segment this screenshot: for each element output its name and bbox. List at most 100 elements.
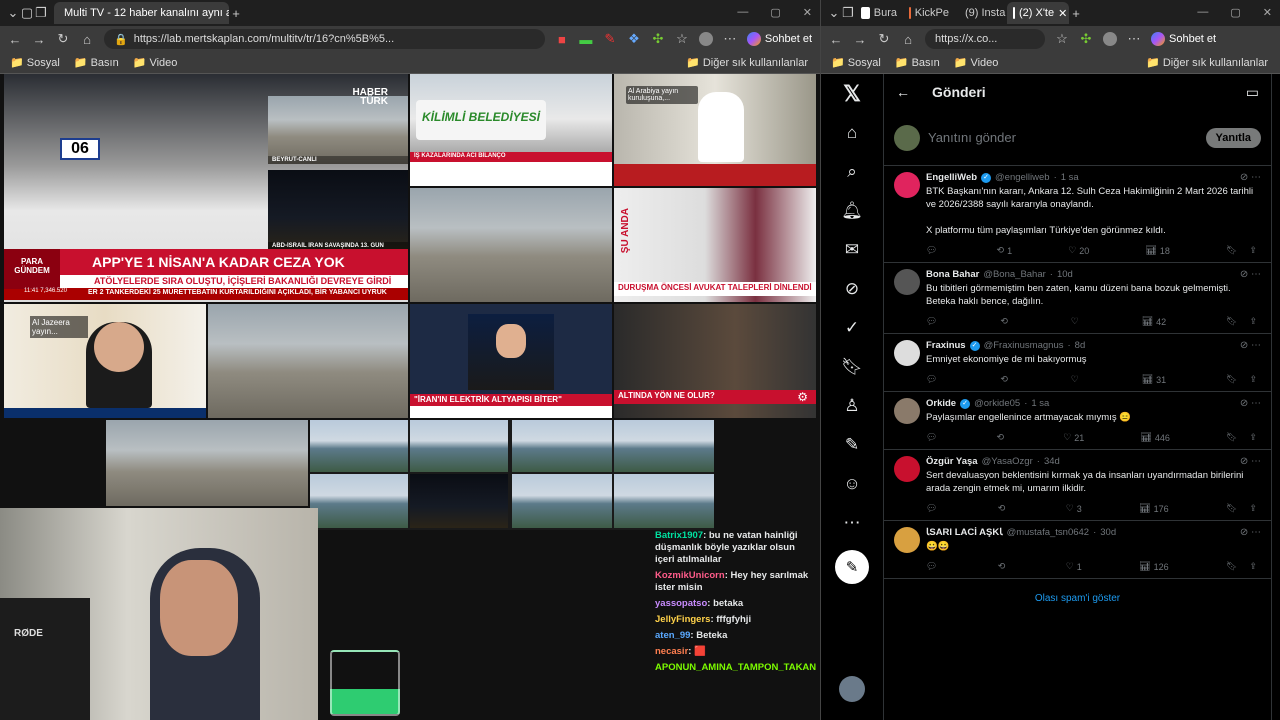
post-more-icon[interactable]: ⊘ ⋯ — [1240, 456, 1261, 467]
post-handle[interactable]: @YasaOzgr — [982, 456, 1033, 467]
reply-post[interactable]: Orkide ✓ @orkide05 · 1 sa Paylaşımlar engelle… — [884, 392, 1271, 450]
bookmark-icon[interactable]: 🔖︎ — [1226, 561, 1237, 572]
compose-post-icon[interactable]: ✎ — [835, 550, 869, 584]
stream-altin[interactable]: ALTINDA YÖN NE OLUR? ⚙ — [614, 304, 816, 418]
post-avatar[interactable] — [894, 456, 920, 482]
stream-gaza-city[interactable] — [208, 304, 408, 418]
reply-action[interactable]: 💬︎ — [926, 374, 940, 385]
views-action[interactable]: 📊︎ 126 — [1139, 561, 1168, 572]
extension-icon[interactable]: ▬ — [579, 32, 593, 47]
maximize-icon[interactable]: ▢ — [1230, 6, 1240, 19]
sohbet-button[interactable]: Sohbet et — [746, 32, 812, 46]
favorites-icon[interactable]: ☆ — [1055, 31, 1069, 47]
reply-post[interactable]: EngelliWeb ✓ @engelliweb · 1 sa BTK Başkanı'n… — [884, 166, 1271, 263]
maximize-icon[interactable]: ▢ — [770, 6, 780, 19]
reply-post[interactable]: Bona Bahar @Bona_Bahar · 10d Bu tibitleri gö… — [884, 263, 1271, 334]
post-handle[interactable]: @Fraxinusmagnus — [984, 340, 1064, 351]
reply-action[interactable]: 💬︎ — [926, 245, 940, 256]
post-author-name[interactable]: Orkide — [926, 398, 956, 409]
bookmarks-icon[interactable]: 🔖︎ — [840, 355, 864, 379]
show-spam-link[interactable]: Olası spam'i göster — [884, 579, 1271, 618]
messages-icon[interactable]: ✉ — [840, 238, 864, 262]
reply-button[interactable]: Yanıtla — [1205, 127, 1261, 148]
bookmark-video[interactable]: 📁 Video — [133, 56, 178, 69]
post-more-icon[interactable]: ⊘ ⋯ — [1240, 172, 1261, 183]
post-author-name[interactable]: Özgür Yaşa — [926, 456, 978, 467]
repost-action[interactable]: ⟲ 1 — [997, 245, 1013, 256]
stream-aljazeera[interactable]: Al Jazeera yayın... — [4, 304, 206, 418]
views-action[interactable]: 📊︎ 42 — [1142, 316, 1166, 327]
post-time[interactable]: 1 sa — [1061, 172, 1079, 183]
settings-icon[interactable]: ⚙ — [797, 390, 808, 404]
post-author-name[interactable]: EngelliWeb — [926, 172, 977, 183]
bookmark-icon[interactable]: 🔖︎ — [1226, 374, 1237, 385]
like-action[interactable]: ♡ — [1071, 374, 1082, 385]
reply-action[interactable]: 💬︎ — [926, 503, 940, 514]
share-icon[interactable]: ⇪ — [1249, 503, 1257, 514]
lists-icon[interactable]: ✎ — [840, 433, 864, 457]
more-menu-icon[interactable]: ⋯ — [1127, 31, 1141, 47]
url-field[interactable]: https://x.co... — [925, 29, 1045, 49]
window-close-icon[interactable]: ✕ — [803, 6, 812, 19]
repost-action[interactable]: ⟲ — [997, 432, 1008, 443]
like-action[interactable]: ♡ 1 — [1066, 561, 1082, 572]
stream-kilimli[interactable]: KİLİMLİ BELEDİYESİ İŞ KAZALARINDA ACI Bİ… — [410, 74, 612, 186]
post-avatar[interactable] — [894, 269, 920, 295]
post-more-icon[interactable]: ⊘ ⋯ — [1240, 340, 1261, 351]
post-handle[interactable]: @Bona_Bahar — [983, 269, 1045, 280]
extension-icon[interactable]: ✣ — [1079, 31, 1093, 47]
views-action[interactable]: 📊︎ 176 — [1139, 503, 1168, 514]
reply-post[interactable]: Fraxinus ✓ @Fraxinusmagnus · 8d Emniyet ekono… — [884, 334, 1271, 392]
repost-action[interactable]: ⟲ — [998, 561, 1009, 572]
bookmark-sosyal[interactable]: 📁 Sosyal — [10, 56, 60, 69]
workspaces-icon[interactable]: ▢ — [20, 5, 34, 21]
views-action[interactable]: 📊︎ 18 — [1145, 245, 1169, 256]
home-icon[interactable]: ⌂ — [80, 32, 94, 47]
reply-action[interactable]: 💬︎ — [926, 561, 940, 572]
like-action[interactable]: ♡ 20 — [1068, 245, 1089, 256]
post-more-icon[interactable]: ⊘ ⋯ — [1240, 269, 1261, 280]
share-icon[interactable]: ⇪ — [1249, 245, 1257, 256]
profile-icon[interactable]: ☺ — [840, 472, 864, 496]
other-bookmarks[interactable]: 📁 Diğer sık kullanılanlar — [686, 56, 808, 69]
tab-x[interactable]: (2) X'te ✕ — [1007, 2, 1069, 24]
stream-webcam-grid[interactable] — [310, 420, 714, 530]
tab-instagram[interactable]: (9) Insta — [955, 2, 1007, 24]
extension-icon[interactable]: ■ — [555, 32, 569, 47]
repost-action[interactable]: ⟲ — [1000, 374, 1011, 385]
notifications-icon[interactable]: 🔔︎ — [840, 199, 864, 223]
reply-action[interactable]: 💬︎ — [926, 432, 940, 443]
tab-bura[interactable]: Bura — [855, 2, 903, 24]
repost-action[interactable]: ⟲ — [998, 503, 1009, 514]
post-avatar[interactable] — [894, 398, 920, 424]
bookmark-icon[interactable]: 🔖︎ — [1226, 245, 1237, 256]
minimize-icon[interactable]: — — [1197, 6, 1208, 19]
minimize-icon[interactable]: — — [737, 6, 748, 19]
forward-icon[interactable]: → — [853, 32, 867, 47]
post-handle[interactable]: @orkide05 — [974, 398, 1020, 409]
back-icon[interactable]: ← — [8, 32, 22, 47]
search-icon[interactable]: ⌕ — [840, 160, 864, 184]
new-tab-icon[interactable]: + — [1069, 6, 1083, 21]
stream-haberturk[interactable]: 06 BEYRUT-CANLI ABD-İSRAİL İRAN SAVAŞIND… — [4, 74, 408, 302]
forward-icon[interactable]: → — [32, 32, 46, 47]
more-menu-icon[interactable]: ⋯ — [723, 31, 737, 47]
post-time[interactable]: 8d — [1075, 340, 1086, 351]
refresh-icon[interactable]: ↻ — [56, 31, 70, 47]
back-arrow-icon[interactable]: ← — [896, 84, 910, 100]
share-icon[interactable]: ⇪ — [1249, 561, 1257, 572]
close-tab-icon[interactable]: ✕ — [1058, 7, 1067, 20]
post-more-icon[interactable]: ⊘ ⋯ — [1240, 527, 1261, 538]
stream-skyline[interactable] — [410, 188, 612, 302]
tab-list-icon[interactable]: ❐ — [34, 5, 48, 21]
bookmark-icon[interactable]: 🔖︎ — [1226, 432, 1237, 443]
like-action[interactable]: ♡ 21 — [1063, 432, 1084, 443]
refresh-icon[interactable]: ↻ — [877, 31, 891, 47]
post-handle[interactable]: @mustafa_tsn0642 — [1007, 527, 1090, 538]
stream-su-anda[interactable]: ŞU ANDA DURUŞMA ÖNCESİ AVUKAT TALEPLERİ … — [614, 188, 816, 302]
window-close-icon[interactable]: ✕ — [1263, 6, 1272, 19]
post-handle[interactable]: @engelliweb — [995, 172, 1050, 183]
home-icon[interactable]: ⌂ — [901, 32, 915, 47]
share-icon[interactable]: ⇪ — [1249, 374, 1257, 385]
tab-multitv[interactable]: Multi TV - 12 haber kanalını aynı a ✕ — [54, 2, 229, 24]
